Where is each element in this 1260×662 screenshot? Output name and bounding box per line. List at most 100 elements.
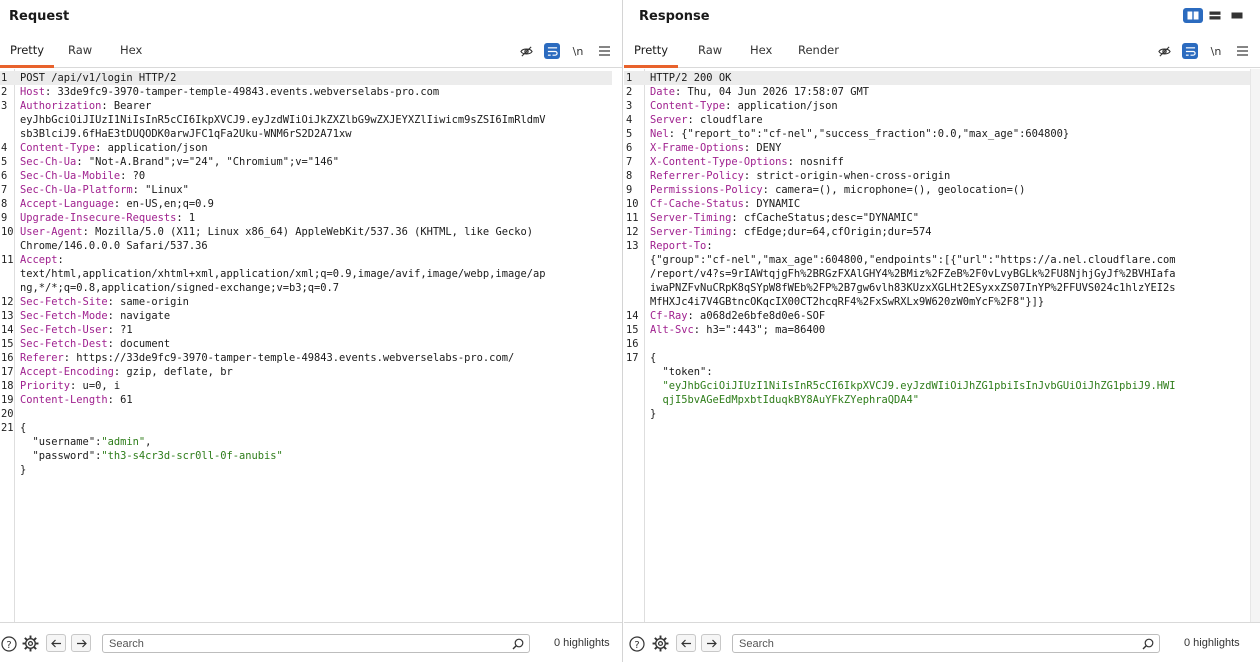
request-editor[interactable]: 1 POST /api/v1/login HTTP/2 2 Host: 33de9fc… [0, 69, 622, 622]
code-line: ng,*/*;q=0.8,application/signed-exchange… [0, 281, 622, 295]
code-text: : {"report_to":"cf-nel","success_fractio… [668, 128, 1070, 140]
header-name: X-Content-Type-Options [650, 156, 788, 168]
code-text: eyJhbGciOiJIUzI1NiIsInR5cCI6IkpXVCJ9.eyJ… [20, 114, 546, 126]
search-icon [512, 638, 524, 650]
request-toolbar: \n [518, 43, 612, 59]
side-by-side-icon[interactable] [1183, 8, 1203, 23]
line-number: 12 [1, 296, 14, 308]
header-name: User-Agent [20, 226, 83, 238]
line-content: Date: Thu, 04 Jun 2026 17:58:07 GMT [650, 85, 1252, 99]
request-search-input[interactable] [109, 636, 507, 651]
request-search-box[interactable] [102, 634, 530, 653]
code-text: : cloudflare [687, 114, 763, 126]
header-name: Sec-Ch-Ua-Platform [20, 184, 133, 196]
header-name: Alt-Svc [650, 324, 694, 336]
newline-icon[interactable]: \n [1208, 43, 1224, 59]
layout-toggle-group [1183, 8, 1247, 23]
code-text: : en-US,en;q=0.9 [113, 198, 214, 210]
line-number: 17 [1, 366, 14, 378]
line-content: Authorization: Bearer [20, 99, 614, 113]
code-text: POST /api/v1/login HTTP/2 [20, 72, 177, 84]
line-content: } [650, 407, 1252, 421]
menu-icon[interactable] [1234, 43, 1250, 59]
top-bottom-icon[interactable] [1205, 8, 1225, 23]
help-icon[interactable]: ? [628, 635, 645, 652]
line-content: Sec-Ch-Ua-Mobile: ?0 [20, 169, 614, 183]
line-content: Nel: {"report_to":"cf-nel","success_frac… [650, 127, 1252, 141]
newline-icon[interactable]: \n [570, 43, 586, 59]
line-content: X-Frame-Options: DENY [650, 141, 1252, 155]
code-text: : [706, 240, 713, 252]
tab-response-raw[interactable]: Raw [688, 35, 732, 68]
line-content: "password":"th3-s4cr3d-scr0ll-0f-anubis" [20, 449, 614, 463]
menu-icon[interactable] [596, 43, 612, 59]
settings-gear-icon[interactable] [22, 635, 39, 652]
code-text: : ?0 [120, 170, 146, 182]
code-line: 18 Priority: u=0, i [0, 379, 622, 393]
json-string: qjI5bvAGeEdMpxbtIduqkBY8AuYFkZYephraQDA4… [650, 394, 920, 406]
forward-button[interactable] [701, 634, 721, 652]
response-search-input[interactable] [739, 636, 1137, 651]
header-name: X-Frame-Options [650, 142, 744, 154]
tab-request-raw[interactable]: Raw [58, 35, 102, 68]
code-text: iwaPNZFvNuCRpK8qSYpW8fWEb%2FP%2B7gw6vlh8… [650, 282, 1176, 294]
word-wrap-icon[interactable] [544, 43, 560, 59]
code-text: : navigate [107, 310, 171, 322]
header-name: Accept-Language [20, 198, 114, 210]
line-content: Server: cloudflare [650, 113, 1252, 127]
code-line: 10 User-Agent: Mozilla/5.0 (X11; Linux x8… [0, 225, 622, 239]
header-name: Priority [20, 380, 71, 392]
single-pane-icon[interactable] [1227, 8, 1247, 23]
line-content: Accept: [20, 253, 614, 267]
response-scrollbar[interactable] [1250, 69, 1260, 622]
line-number: 6 [1, 170, 8, 182]
code-line: 3 Authorization: Bearer [0, 99, 622, 113]
line-content: {"group":"cf-nel","max_age":604800,"endp… [650, 253, 1252, 267]
code-line: 13 Report-To: [624, 239, 1260, 253]
line-number: 14 [1, 324, 14, 336]
line-content: Chrome/146.0.0.0 Safari/537.36 [20, 239, 614, 253]
tab-response-pretty[interactable]: Pretty [624, 35, 679, 68]
header-name: Authorization [20, 100, 102, 112]
header-name: Accept [20, 254, 58, 266]
hide-eye-icon[interactable] [1156, 43, 1172, 59]
response-editor[interactable]: 1 HTTP/2 200 OK 2 Date: Thu, 04 Jun 2026 17… [624, 69, 1260, 622]
header-name: Accept-Encoding [20, 366, 114, 378]
code-text: /report/v4?s=9rIAWtqjgFh%2BRGzFXAlGHY4%2… [650, 268, 1176, 280]
line-number: 20 [1, 408, 14, 420]
line-number: 4 [1, 142, 8, 154]
word-wrap-icon[interactable] [1182, 43, 1198, 59]
help-icon[interactable]: ? [0, 635, 17, 652]
header-name: Content-Type [650, 100, 726, 112]
header-name: Upgrade-Insecure-Requests [20, 212, 177, 224]
tab-response-hex[interactable]: Hex [740, 35, 782, 68]
back-button[interactable] [46, 634, 66, 652]
forward-arrow-icon [76, 639, 87, 647]
code-line: } [0, 463, 622, 477]
line-number: 10 [1, 226, 14, 238]
code-line: 16 [624, 337, 1260, 351]
settings-gear-icon[interactable] [652, 635, 669, 652]
tab-request-pretty[interactable]: Pretty [0, 35, 55, 68]
line-content: { [650, 351, 1252, 365]
code-line: 17 { [624, 351, 1260, 365]
line-number: 5 [1, 156, 8, 168]
line-content: Referrer-Policy: strict-origin-when-cros… [650, 169, 1252, 183]
code-text: "password" [32, 450, 96, 462]
response-search-box[interactable] [732, 634, 1160, 653]
tab-response-render[interactable]: Render [788, 35, 849, 68]
code-text: : cfCacheStatus;desc="DYNAMIC" [731, 212, 919, 224]
code-line: 2 Host: 33de9fc9-3970-tamper-temple-49843… [0, 85, 622, 99]
hide-eye-icon[interactable] [518, 43, 534, 59]
line-content: Alt-Svc: h3=":443"; ma=86400 [650, 323, 1252, 337]
line-content: Priority: u=0, i [20, 379, 614, 393]
line-number: 12 [626, 226, 639, 238]
header-name: Referrer-Policy [650, 170, 744, 182]
request-lines: 1 POST /api/v1/login HTTP/2 2 Host: 33de9fc… [0, 71, 622, 477]
code-line: 5 Sec-Ch-Ua: "Not-A.Brand";v="24", "Chrom… [0, 155, 622, 169]
code-line: 15 Alt-Svc: h3=":443"; ma=86400 [624, 323, 1260, 337]
code-text: : DYNAMIC [743, 198, 801, 210]
back-button[interactable] [676, 634, 696, 652]
tab-request-hex[interactable]: Hex [110, 35, 152, 68]
forward-button[interactable] [71, 634, 91, 652]
